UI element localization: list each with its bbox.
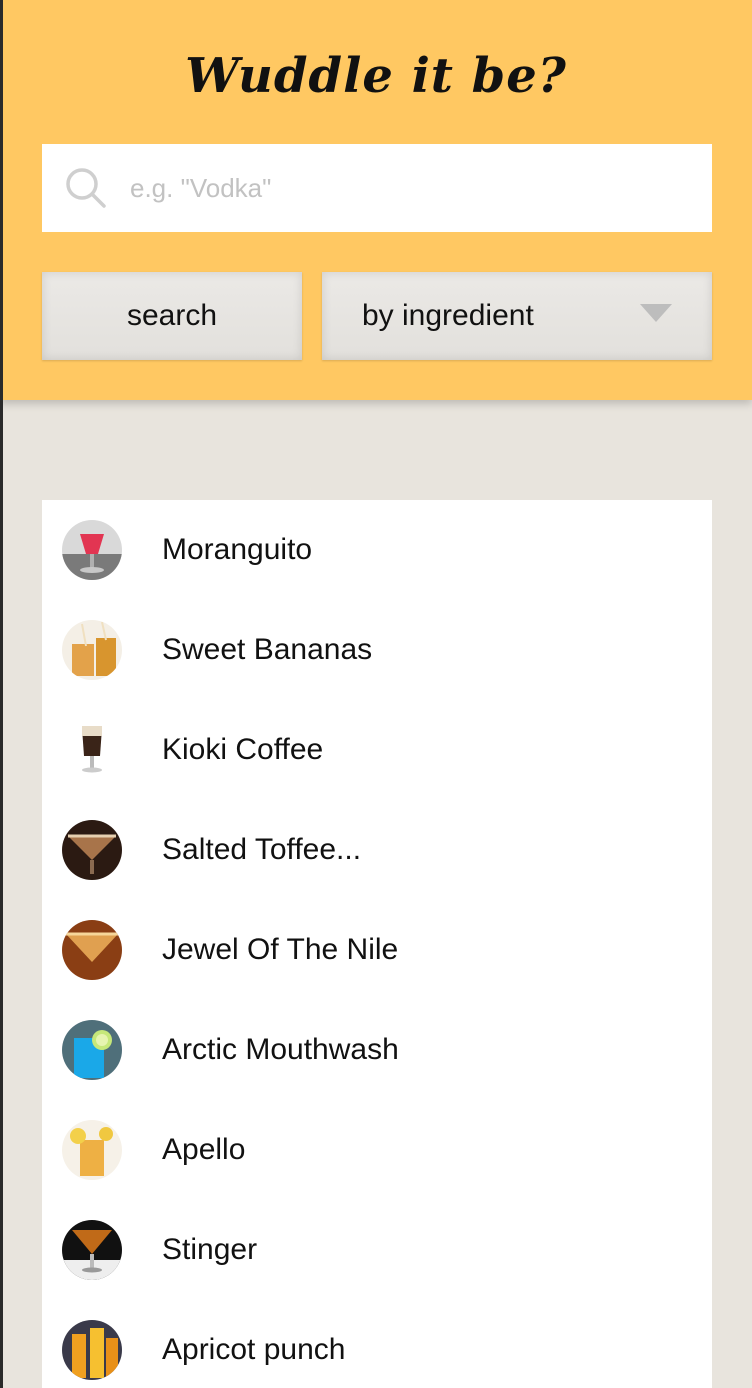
search-icon: [66, 168, 106, 208]
search-input[interactable]: [130, 144, 700, 232]
search-button-label: search: [126, 299, 218, 332]
cocktail-thumbnail-icon: [62, 820, 122, 880]
cocktail-thumbnail-icon: [62, 1320, 122, 1380]
window-edge: [0, 0, 3, 1388]
search-button[interactable]: search: [42, 272, 302, 360]
list-item-label: Jewel Of The Nile: [162, 933, 399, 966]
cocktail-thumbnail-icon: [62, 1020, 122, 1080]
cocktail-thumbnail-icon: [62, 1220, 122, 1280]
list-item[interactable]: Sweet Bananas: [42, 600, 712, 700]
list-item-label: Moranguito: [162, 533, 313, 566]
list-item-label: Arctic Mouthwash: [162, 1033, 399, 1066]
caret-down-icon: [640, 304, 672, 322]
cocktail-thumbnail-icon: [62, 520, 122, 580]
list-item[interactable]: Arctic Mouthwash: [42, 1000, 712, 1100]
list-item[interactable]: Jewel Of The Nile: [42, 900, 712, 1000]
list-item-label: Apello: [162, 1133, 246, 1166]
list-item[interactable]: Stinger: [42, 1200, 712, 1300]
app-title: Wuddle it be?: [185, 48, 567, 104]
list-item[interactable]: Apello: [42, 1100, 712, 1200]
results-list: Moranguito Sweet Bananas Kioki Coffee Sa…: [42, 500, 712, 1388]
cocktail-thumbnail-icon: [62, 920, 122, 980]
list-item-label: Salted Toffee...: [162, 833, 362, 866]
list-item-label: Sweet Bananas: [162, 633, 373, 666]
app-header: Wuddle it be? search by ingredient: [0, 0, 752, 400]
list-item[interactable]: Apricot punch: [42, 1300, 712, 1388]
filter-selected-value: by ingredient: [362, 299, 534, 332]
list-item-label: Kioki Coffee: [162, 733, 324, 766]
cocktail-thumbnail-icon: [62, 620, 122, 680]
cocktail-thumbnail-icon: [62, 720, 122, 780]
list-item[interactable]: Kioki Coffee: [42, 700, 712, 800]
list-item-label: Apricot punch: [162, 1333, 346, 1366]
list-item-label: Stinger: [162, 1233, 258, 1266]
filter-dropdown[interactable]: by ingredient: [322, 272, 712, 360]
search-box[interactable]: [42, 144, 712, 232]
list-item[interactable]: Salted Toffee...: [42, 800, 712, 900]
list-item[interactable]: Moranguito: [42, 500, 712, 600]
cocktail-thumbnail-icon: [62, 1120, 122, 1180]
